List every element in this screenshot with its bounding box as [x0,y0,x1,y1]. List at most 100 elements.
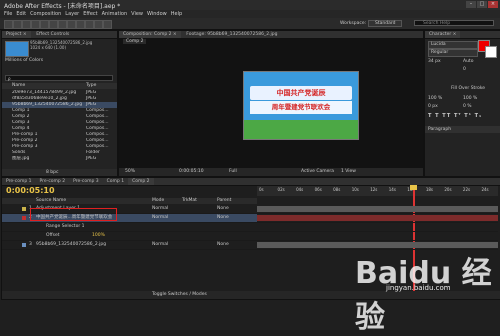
comp-name-tab[interactable]: Comp 2 [123,39,147,44]
project-item-name: Pre-comp 3 [12,144,38,149]
stroke-mode-select[interactable]: Fill Over Stroke [451,86,485,91]
layer-parent-select[interactable]: None [217,241,229,249]
col-parent[interactable]: Parent [217,198,231,204]
menu-animation[interactable]: Animation [102,10,128,18]
views-select[interactable]: 1 View [341,168,356,176]
layer-duration-bar[interactable] [257,214,498,223]
layer-mode-select[interactable]: Normal [152,205,168,213]
leading-value[interactable]: Auto [463,59,473,64]
layer-bar-fill[interactable] [257,206,498,212]
tab-effect-controls[interactable]: Effect Controls [32,31,73,38]
layer-mode-select[interactable]: Normal [152,241,168,249]
camera-tool-icon[interactable] [40,20,49,29]
bpc-button[interactable]: 8 bpc [46,169,58,176]
tsume-value[interactable]: 0 % [463,104,472,109]
layer-name[interactable]: Offset [46,232,60,240]
tab-composition[interactable]: Composition: Comp 2 × [119,31,181,38]
playhead-handle[interactable] [410,185,417,190]
workspace-select[interactable]: Standard [368,20,403,27]
timeline-layer-row[interactable]: 3 95b8b69_132540072586_2.jpg Normal None [2,241,257,250]
hand-tool-icon[interactable] [13,20,22,29]
maximize-button[interactable]: □ [477,1,487,8]
layer-duration-bar[interactable] [257,223,498,232]
search-help-input[interactable]: Search Help [414,20,494,26]
baidu-watermark: Baidu 经验 [355,256,492,335]
font-select[interactable]: Lucida [428,41,478,49]
text-format-buttons[interactable]: T T TT Tᵀ T¹ T₁ [428,113,482,119]
clone-tool-icon[interactable] [85,20,94,29]
text-tool-icon[interactable] [67,20,76,29]
tab-character[interactable]: Character × [425,31,461,38]
tracking-value[interactable]: 0 [463,67,466,72]
project-thumbnail [5,41,29,57]
menu-view[interactable]: View [131,10,143,18]
col-name[interactable]: Name [12,83,25,88]
col-mode[interactable]: Mode [152,198,164,204]
col-trkmat[interactable]: TrkMat [182,198,197,204]
style-select[interactable]: Regular [428,49,478,57]
vertical-scale-value[interactable]: 100 % [428,96,442,101]
zoom-select[interactable]: 50% [125,168,135,176]
offset-value[interactable]: 100% [92,232,105,240]
viewer-time[interactable]: 0:00:05:10 [179,168,204,176]
tab-project[interactable]: Project × [2,31,31,38]
eraser-tool-icon[interactable] [94,20,103,29]
layer-label-color[interactable] [22,216,26,220]
project-item-name: Comp 3 [12,120,30,125]
zoom-tool-icon[interactable] [22,20,31,29]
timeline-tab[interactable]: Comp 1 [103,178,128,185]
rotate-tool-icon[interactable] [31,20,40,29]
timeline-layer-row[interactable]: Range Selector 1 [2,223,257,232]
col-type[interactable]: Type [86,83,96,89]
timeline-timecode[interactable]: 0:00:05:10 [6,186,55,195]
layer-label-color[interactable] [22,207,26,211]
menu-window[interactable]: Window [147,10,167,18]
layer-duration-bar[interactable] [257,232,498,241]
layer-duration-bar[interactable] [257,205,498,214]
timeline-layer-row[interactable]: Offset 100% [2,232,257,241]
font-size-value[interactable]: 34 px [428,59,441,64]
menu-composition[interactable]: Composition [30,10,61,18]
menu-effect[interactable]: Effect [83,10,97,18]
col-source-name[interactable]: Source Name [36,198,66,204]
project-search-input[interactable]: ρ [5,75,113,81]
baseline-shift-value[interactable]: 0 px [428,104,438,109]
menu-edit[interactable]: Edit [16,10,26,18]
layer-label-color[interactable] [22,243,26,247]
menu-help[interactable]: Help [171,10,182,18]
menu-file[interactable]: File [4,10,12,18]
selection-tool-icon[interactable] [4,20,13,29]
menu-layer[interactable]: Layer [65,10,79,18]
close-button[interactable]: × [488,1,498,8]
layer-column-header: Source Name Mode TrkMat Parent [2,198,257,204]
toggle-switches-modes[interactable]: Toggle Switches / Modes [152,291,207,299]
layer-parent-select[interactable]: None [217,205,229,213]
camera-select[interactable]: Active Camera [301,168,334,176]
resolution-select[interactable]: Full [229,168,237,176]
layer-bar-fill[interactable] [257,215,498,221]
layer-name[interactable]: Range Selector 1 [46,223,84,231]
puppet-tool-icon[interactable] [103,20,112,29]
layer-name[interactable]: 95b8b69_132540072586_2.jpg [36,241,106,249]
stroke-color-swatch[interactable] [485,46,497,58]
project-item[interactable]: 图层.jpg JPEG [2,156,117,162]
ruler-tick-label: 22s [462,187,471,192]
timeline-tab[interactable]: Pre-comp 2 [36,178,70,185]
tab-paragraph[interactable]: Paragraph [425,126,500,133]
horizontal-scale-value[interactable]: 100 % [463,96,477,101]
workspace-label: Workspace: [340,21,367,26]
timeline-tab[interactable]: Pre-comp 3 [69,178,103,185]
tab-footage[interactable]: Footage: 95b8b69_132540072586_2.jpg [182,31,281,38]
pen-tool-icon[interactable] [58,20,67,29]
composition-frame[interactable]: 中国共产党诞辰 周年暨建党节联欢会 [243,71,359,140]
layer-mode-select[interactable]: Normal [152,214,168,222]
layer-parent-select[interactable]: None [217,214,229,222]
minimize-button[interactable]: – [466,1,476,8]
time-ruler[interactable]: 0s02s04s06s08s10s12s14s16s18s20s22s24s [257,186,498,196]
pan-behind-tool-icon[interactable] [49,20,58,29]
timeline-tab[interactable]: Comp 2 [128,178,154,185]
character-panel: Character × Lucida Regular 34 px Auto 0 … [424,30,500,177]
brush-tool-icon[interactable] [76,20,85,29]
timeline-tab-bar: Pre-comp 1 Pre-comp 2 Pre-comp 3 Comp 1 Comp… [2,178,500,186]
timeline-tab[interactable]: Pre-comp 1 [2,178,36,185]
